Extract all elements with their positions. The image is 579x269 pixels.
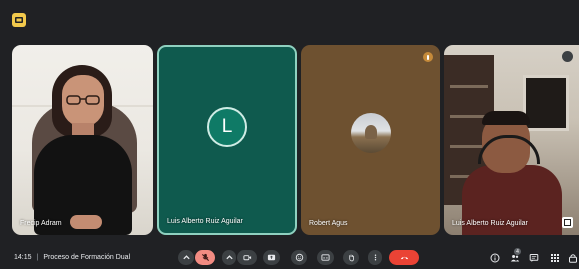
pin-icon[interactable] [562,217,573,228]
video-options-button[interactable] [222,250,236,265]
audio-options-button[interactable] [178,250,194,265]
present-icon [267,254,276,261]
participant-tile-3[interactable]: Robert Agus [301,45,440,235]
mic-toggle-button[interactable] [195,250,215,265]
meeting-app-icon[interactable] [12,13,26,27]
info-icon [490,253,499,262]
chevron-up-icon [182,255,190,260]
participant-tile-4[interactable]: Luis Alberto Ruiz Aguilar [444,45,579,235]
reactions-button[interactable] [291,250,307,265]
top-bar [0,0,579,40]
mic-indicator-icon [562,51,573,62]
host-controls-button[interactable] [567,252,578,263]
more-options-button[interactable] [368,250,382,265]
camera-icon [242,255,251,261]
captions-icon [321,254,330,261]
present-button[interactable] [263,250,280,265]
meeting-details-button[interactable] [489,252,500,263]
participant-name: Frecip Adram [20,220,62,227]
camera-toggle-button[interactable] [237,250,257,265]
participant-avatar [350,113,391,153]
mic-off-icon [201,253,209,262]
raise-hand-button[interactable] [343,250,359,265]
meeting-title: Proceso de Formación Dual [43,254,131,261]
activities-button[interactable] [549,252,560,263]
end-call-icon [400,256,408,260]
participant-name: Luis Alberto Ruiz Aguilar [167,218,243,225]
raise-hand-icon [348,254,354,262]
participant-name: Robert Agus [309,220,348,227]
captions-button[interactable] [317,250,334,265]
emoji-icon [295,253,303,262]
chat-icon [529,253,538,262]
participant-avatar: L [207,107,247,147]
participant-count-badge: 4 [514,248,521,255]
chevron-up-icon [225,255,233,260]
lock-person-icon [568,253,577,263]
participant-tile-2[interactable]: L Luis Alberto Ruiz Aguilar [157,45,297,235]
participant-hair [482,111,530,125]
participant-tile-1[interactable]: Frecip Adram [12,45,153,235]
chat-button[interactable] [528,252,539,263]
separator: | [36,254,39,261]
apps-grid-icon [550,253,559,262]
end-call-button[interactable] [389,250,419,265]
bottom-toolbar: 14:15 | Proceso de Formación Dual [0,246,579,269]
glasses-graphic [66,95,100,105]
more-icon [374,254,376,261]
meeting-time: 14:15 [14,254,32,261]
muted-indicator-icon [423,52,433,62]
participant-hands [70,215,102,229]
participant-name: Luis Alberto Ruiz Aguilar [452,220,528,227]
meeting-info: 14:15 | Proceso de Formación Dual [14,254,130,261]
